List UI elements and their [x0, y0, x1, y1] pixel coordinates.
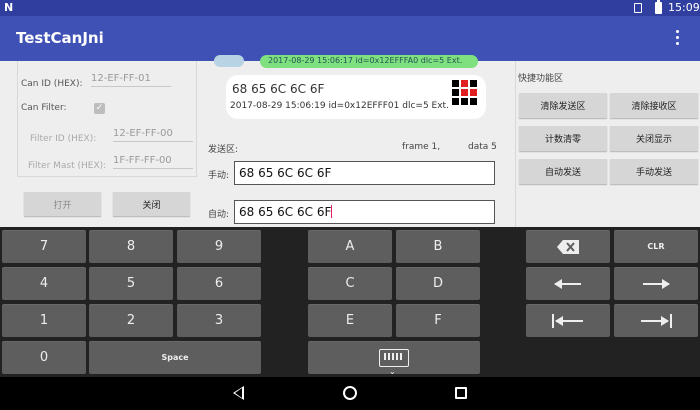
auto-send-label: 自动: [208, 210, 230, 220]
screen: N 15:09 TestCanJni Can ID (HEX): 12-EF-F… [0, 0, 700, 410]
status-time: 15:09 [668, 1, 700, 14]
key-e[interactable]: E [308, 304, 392, 337]
key-9[interactable]: 9 [177, 230, 261, 263]
filter-id-input[interactable]: 12-EF-FF-00 [113, 128, 193, 142]
navigation-bar [0, 377, 700, 410]
app-title: TestCanJni [16, 29, 104, 47]
quick-function-panel: 快捷功能区 清除发送区 清除接收区 计数清零 关闭显示 自动发送 手动发送 [515, 61, 699, 227]
quick-function-title: 快捷功能区 [518, 74, 564, 84]
key-d[interactable]: D [396, 267, 480, 300]
key-clear[interactable]: CLR [614, 230, 698, 263]
keyboard-hide-icon [379, 348, 409, 367]
data-count: data 5 [468, 142, 497, 152]
recents-icon[interactable] [455, 387, 467, 399]
close-button[interactable]: 关闭 [113, 192, 190, 216]
auto-send-input[interactable]: 68 65 6C 6C 6F [234, 200, 495, 224]
arrow-left-icon [554, 278, 581, 289]
arrow-end-icon [641, 313, 672, 328]
auto-send-button[interactable]: 自动发送 [519, 159, 607, 184]
main-content: Can ID (HEX): 12-EF-FF-01 Can Filter: ✓ … [0, 55, 700, 227]
filter-id-label: Filter ID (HEX): [30, 134, 97, 144]
chevron-down-icon: ⌄ [389, 367, 396, 376]
received-message-partial: 2017-08-29 15:06:17 id=0x12EFFFA0 dlc=5 … [260, 55, 478, 68]
key-7[interactable]: 7 [2, 230, 86, 263]
filter-mask-label: Filter Mast (HEX): [28, 161, 107, 171]
can-filter-label: Can Filter: [21, 103, 67, 113]
key-8[interactable]: 8 [89, 230, 173, 263]
can-id-input[interactable]: 12-EF-FF-01 [91, 73, 171, 87]
key-a[interactable]: A [308, 230, 392, 263]
hex-keyboard: 7 8 9 4 5 6 1 2 3 0 Space A B C D E F ⌄ … [0, 227, 700, 377]
can-filter-checkbox[interactable]: ✓ [94, 103, 105, 114]
grid-icon [452, 80, 480, 108]
key-right[interactable] [614, 267, 698, 300]
arrow-home-icon [552, 313, 583, 328]
open-button[interactable]: 打开 [24, 192, 101, 216]
key-0[interactable]: 0 [2, 341, 86, 374]
key-c[interactable]: C [308, 267, 392, 300]
manual-send-label: 手动: [208, 171, 230, 181]
arrow-right-icon [643, 278, 670, 289]
auto-send-text: 68 65 6C 6C 6F [239, 205, 332, 219]
send-section-label: 发送区: [208, 145, 239, 155]
sim-card-icon [634, 3, 642, 13]
key-home[interactable] [526, 304, 610, 337]
message-data: 68 65 6C 6C 6F [232, 82, 325, 96]
key-f[interactable]: F [396, 304, 480, 337]
overflow-menu-icon[interactable] [672, 28, 682, 48]
back-icon[interactable] [233, 386, 244, 400]
can-settings-panel: Can ID (HEX): 12-EF-FF-01 Can Filter: ✓ … [17, 61, 197, 177]
home-icon[interactable] [343, 386, 357, 400]
key-end[interactable] [614, 304, 698, 337]
key-1[interactable]: 1 [2, 304, 86, 337]
filter-mask-input[interactable]: 1F-FF-FF-00 [113, 155, 193, 169]
key-left[interactable] [526, 267, 610, 300]
clear-send-button[interactable]: 清除发送区 [519, 93, 607, 118]
text-cursor [331, 205, 333, 218]
avatar [214, 55, 244, 67]
receive-area: 2017-08-29 15:06:17 id=0x12EFFFA0 dlc=5 … [208, 55, 498, 124]
can-id-label: Can ID (HEX): [21, 79, 83, 89]
notification-icon: N [4, 1, 14, 14]
received-message: 68 65 6C 6C 6F 2017-08-29 15:06:19 id=0x… [226, 75, 486, 119]
key-5[interactable]: 5 [89, 267, 173, 300]
key-4[interactable]: 4 [2, 267, 86, 300]
key-space[interactable]: Space [89, 341, 261, 374]
frame-count: frame 1, [402, 142, 441, 152]
manual-send-input[interactable]: 68 65 6C 6C 6F [234, 161, 495, 185]
key-3[interactable]: 3 [177, 304, 261, 337]
manual-send-button[interactable]: 手动发送 [610, 159, 698, 184]
key-b[interactable]: B [396, 230, 480, 263]
battery-icon [655, 0, 662, 14]
reset-count-button[interactable]: 计数清零 [519, 126, 607, 151]
message-meta: 2017-08-29 15:06:19 id=0x12EFFF01 dlc=5 … [230, 101, 449, 111]
status-bar: N 15:09 [0, 0, 700, 16]
key-6[interactable]: 6 [177, 267, 261, 300]
backspace-icon [557, 239, 579, 254]
key-2[interactable]: 2 [89, 304, 173, 337]
key-backspace[interactable] [526, 230, 610, 263]
close-display-button[interactable]: 关闭显示 [610, 126, 698, 151]
clear-receive-button[interactable]: 清除接收区 [610, 93, 698, 118]
